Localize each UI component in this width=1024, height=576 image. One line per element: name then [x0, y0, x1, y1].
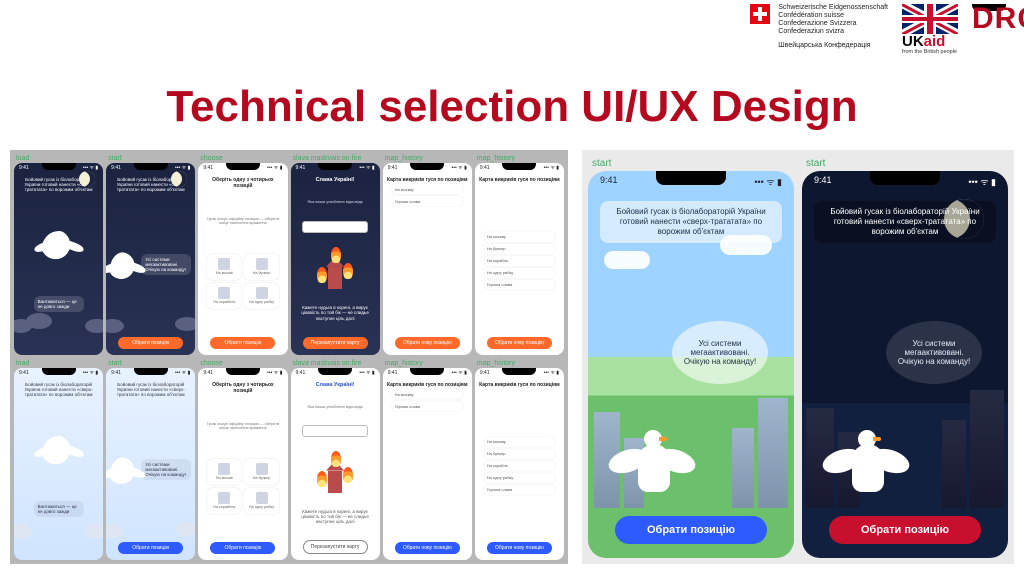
goose-icon: [110, 252, 138, 286]
big-start-night: start 9:41••• ᯤ ▮ Бойовий гусак із біола…: [802, 156, 1008, 558]
goose-icon: [42, 231, 76, 265]
swiss-flag-icon: [750, 4, 770, 24]
goose-icon: [826, 402, 906, 492]
answer-input[interactable]: [302, 425, 369, 437]
thumb-start-light: start 9:41••• ᯤ ▮ Бойовий гусак із біола…: [106, 359, 195, 560]
option-3[interactable]: На корабель: [207, 283, 241, 309]
new-position-button[interactable]: Обрати нову позицію: [395, 337, 460, 349]
choose-button[interactable]: Обрати позицію: [615, 516, 767, 544]
thumb-start-dark: start 9:41••• ᯤ ▮ Бойовий гусак із біола…: [106, 154, 195, 355]
option-1[interactable]: На москві: [207, 254, 241, 280]
history-list: На москву На бункер На корабль На одну р…: [484, 232, 555, 290]
thumb-load-light: load 9:41••• ᯤ ▮ Бойовий гусак із біолаб…: [14, 359, 103, 560]
kremlin-tower-icon: [325, 251, 345, 289]
thumb-choose-light: choose 9:41••• ᯤ ▮ Оберіть одну з чотирь…: [198, 359, 287, 560]
thumb-choose-dark: choose 9:41••• ᯤ ▮ Оберіть одну з чотирь…: [198, 154, 287, 355]
new-position-button[interactable]: Обрати нову позицію: [487, 337, 552, 349]
page-title: Technical selection UI/UX Design: [0, 82, 1024, 132]
choose-button[interactable]: Обрати позицію: [210, 337, 275, 349]
option-2[interactable]: На бункер: [244, 254, 278, 280]
choose-button[interactable]: Обрати позицію: [829, 516, 981, 544]
thumb-fire-dark: slava maskvais on fire 9:41••• ᯤ ▮ Слава…: [291, 154, 380, 355]
restart-button[interactable]: Перезапустити карту: [303, 337, 368, 349]
intro-message: Бойовий гусак із біолабораторій України …: [814, 201, 996, 243]
new-position-button[interactable]: Обрати нову позицію: [487, 542, 552, 554]
choose-button[interactable]: Обрати позицію: [210, 542, 275, 554]
answer-input[interactable]: [302, 221, 369, 233]
speech-bubble: Усі системи мегаактивовані. Очікую на ко…: [886, 321, 982, 384]
thumb-map-light: map_history 9:41••• ᯤ ▮ Карта викриків г…: [383, 359, 472, 560]
position-options: На москві На бункер На корабель На одну …: [207, 254, 278, 309]
choose-button[interactable]: Обрати позицію: [118, 337, 183, 349]
row-light: load 9:41••• ᯤ ▮ Бойовий гусак із біолаб…: [14, 359, 564, 560]
swiss-confederation-logo: Schweizerische Eidgenossenschaft Confédé…: [750, 4, 888, 50]
swiss-text: Schweizerische Eidgenossenschaft Confédé…: [778, 4, 888, 50]
option-4[interactable]: На одну рибку: [244, 283, 278, 309]
thumb-load-dark: load 9:41••• ᯤ ▮ Бойовий гусак із біолаб…: [14, 154, 103, 355]
drc-logo: DRC: [972, 4, 1006, 34]
restart-button[interactable]: Перезапустити карту: [303, 540, 368, 554]
thumb-map-dark: map_history 9:41••• ᯤ ▮ Карта викриків г…: [383, 154, 472, 355]
gallery-large-previews: start 9:41••• ᯤ ▮ Бойовий гусак із біола…: [582, 150, 1014, 564]
row-dark: load 9:41••• ᯤ ▮ Бойовий гусак із біолаб…: [14, 154, 564, 355]
new-position-button[interactable]: Обрати нову позицію: [395, 542, 460, 554]
thumb-fire-light: slava maskvais on fire 9:41••• ᯤ ▮ Слава…: [291, 359, 380, 560]
gallery-dark-light-variants: load 9:41••• ᯤ ▮ Бойовий гусак із біолаб…: [10, 150, 568, 564]
ukaid-logo: UKaid from the British people: [902, 4, 958, 55]
goose-icon: [42, 436, 76, 470]
big-start-day: start 9:41••• ᯤ ▮ Бойовий гусак із біола…: [588, 156, 794, 558]
history-list: На москву Героям слава: [392, 184, 463, 206]
thumb-map-light-2: map_history 9:41••• ᯤ ▮ Карта викриків г…: [475, 359, 564, 560]
header-logos: Schweizerische Eidgenossenschaft Confédé…: [750, 4, 1006, 55]
speech-bubble: Усі системи мегаактивовані. Очікую на ко…: [672, 321, 768, 384]
goose-icon: [612, 402, 692, 492]
union-jack-icon: [902, 4, 958, 34]
choose-button[interactable]: Обрати позицію: [118, 542, 183, 554]
thumb-map-dark-2: map_history 9:41••• ᯤ ▮ Карта викриків г…: [475, 154, 564, 355]
kremlin-tower-icon: [325, 455, 345, 493]
goose-icon: [110, 457, 138, 491]
